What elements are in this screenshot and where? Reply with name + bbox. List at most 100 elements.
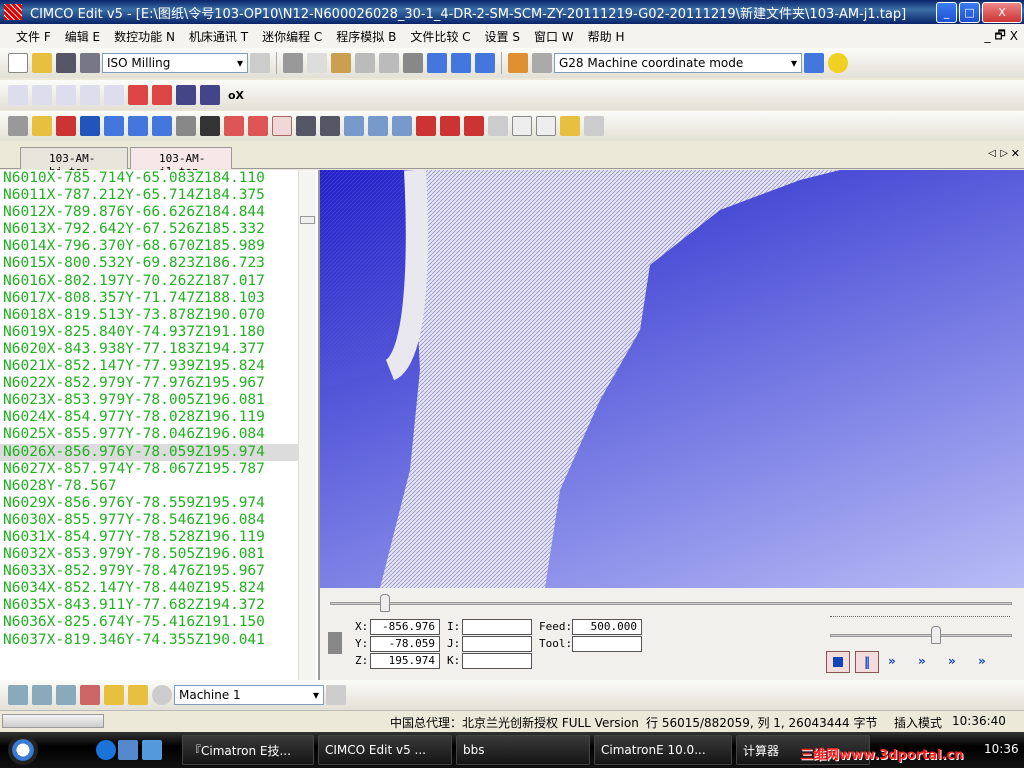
machine-properties-icon[interactable] — [326, 685, 346, 705]
copy-view-icon[interactable] — [512, 116, 532, 136]
send-file-icon[interactable] — [8, 685, 28, 705]
gear-icon[interactable] — [532, 53, 552, 73]
mdi-minimize-button[interactable]: _ — [984, 29, 990, 43]
code-line[interactable]: N6012X-789.876Y-66.626Z184.844 — [0, 204, 298, 221]
dnc-server-icon[interactable] — [128, 685, 148, 705]
open-backplot-icon[interactable] — [32, 116, 52, 136]
minimize-button[interactable]: _ — [936, 1, 957, 23]
renumber-icon[interactable] — [8, 85, 28, 105]
info-icon[interactable] — [152, 685, 172, 705]
quicklaunch-ie-icon[interactable] — [118, 740, 138, 760]
code-line[interactable]: N6028Y-78.567 — [0, 478, 298, 495]
properties-icon[interactable] — [250, 53, 270, 73]
save-all-icon[interactable] — [80, 53, 100, 73]
tab-close-icon[interactable]: ✕ — [1011, 147, 1020, 160]
code-line[interactable]: N6019X-825.840Y-74.937Z191.180 — [0, 324, 298, 341]
find-next-icon[interactable] — [451, 53, 471, 73]
menu-simulation[interactable]: 程序模拟 B — [336, 28, 396, 45]
remove-tool-icon[interactable] — [152, 85, 172, 105]
zoom-out-icon[interactable] — [128, 116, 148, 136]
task-bbs-folder[interactable]: bbs — [456, 735, 590, 765]
pen-icon[interactable] — [200, 116, 220, 136]
code-line[interactable]: N6023X-853.979Y-78.005Z196.081 — [0, 392, 298, 409]
editor-scrollbar[interactable] — [298, 170, 316, 680]
speed-slider-track[interactable] — [830, 634, 1012, 637]
lightbulb-icon[interactable] — [828, 53, 848, 73]
receive-file-icon[interactable] — [32, 685, 52, 705]
tab-103-am-bj[interactable]: 103-AM-bj.tap — [20, 147, 128, 178]
sort-numbers-icon[interactable] — [104, 85, 124, 105]
tool-icon[interactable] — [8, 116, 28, 136]
code-line[interactable]: N6037X-819.346Y-74.355Z190.041 — [0, 632, 298, 649]
save-icon[interactable] — [56, 53, 76, 73]
tab-next-icon[interactable]: ▷ — [1000, 148, 1008, 159]
backplot-settings-icon[interactable] — [56, 116, 76, 136]
menu-machine-comm[interactable]: 机床通讯 T — [189, 28, 248, 45]
code-line[interactable]: N6016X-802.197Y-70.262Z187.017 — [0, 273, 298, 290]
tool-holder-icon[interactable] — [320, 116, 340, 136]
zoom-in-icon[interactable] — [104, 116, 124, 136]
stop-button[interactable] — [826, 651, 850, 673]
step-forward-icon[interactable]: » — [888, 654, 896, 668]
current-code-line[interactable]: N6026X-856.976Y-78.059Z195.974 — [0, 443, 298, 461]
machine-settings-icon[interactable] — [508, 53, 528, 73]
line-icon[interactable] — [224, 116, 244, 136]
dnc-start-icon[interactable] — [56, 685, 76, 705]
code-line[interactable]: N6018X-819.513Y-73.878Z190.070 — [0, 307, 298, 324]
position-slider-thumb[interactable] — [379, 594, 390, 612]
code-line[interactable]: N6021X-852.147Y-77.939Z195.824 — [0, 358, 298, 375]
code-line[interactable]: N6014X-796.370Y-68.670Z185.989 — [0, 238, 298, 255]
menu-help[interactable]: 帮助 H — [588, 28, 625, 45]
undo-icon[interactable] — [355, 53, 375, 73]
code-line[interactable]: N6034X-852.147Y-78.440Z195.824 — [0, 580, 298, 597]
code-line[interactable]: N6032X-853.979Y-78.505Z196.081 — [0, 546, 298, 563]
dnc-stop-icon[interactable] — [80, 685, 100, 705]
options-icon[interactable] — [584, 116, 604, 136]
task-cimatron-forum[interactable]: 『Cimatron E技... — [182, 735, 314, 765]
mdi-restore-button[interactable]: 🗗 — [994, 26, 1005, 47]
task-cimco-edit[interactable]: CIMCO Edit v5 ... — [318, 735, 452, 765]
code-line[interactable]: N6011X-787.212Y-65.714Z184.375 — [0, 187, 298, 204]
view-top-icon[interactable] — [368, 116, 388, 136]
code-line[interactable]: N6015X-800.532Y-69.823Z186.723 — [0, 255, 298, 272]
nc-code-editor[interactable]: N6010X-785.714Y-65.083Z184.110 N6011X-787… — [0, 170, 320, 680]
maximize-button[interactable]: □ — [959, 1, 980, 23]
view-front-icon[interactable] — [392, 116, 412, 136]
scrollbar-thumb[interactable] — [300, 216, 315, 224]
zoom-window-icon[interactable] — [152, 116, 172, 136]
code-line[interactable]: N6022X-852.979Y-77.976Z195.967 — [0, 375, 298, 392]
mode-combo[interactable]: ISO Milling ▾ — [102, 53, 248, 73]
toolpath-style-icon[interactable] — [272, 116, 292, 136]
code-line[interactable]: N6020X-843.938Y-77.183Z194.377 — [0, 341, 298, 358]
new-file-icon[interactable] — [8, 53, 28, 73]
tab-103-am-j1[interactable]: 103-AM-j1.tap — [130, 147, 232, 178]
tab-prev-icon[interactable]: ◁ — [988, 148, 996, 159]
mdi-close-button[interactable]: X — [1010, 29, 1018, 43]
code-line[interactable]: N6010X-785.714Y-65.083Z184.110 — [0, 170, 298, 187]
backplot-viewport[interactable] — [320, 170, 1024, 588]
rotate-icon[interactable] — [464, 116, 484, 136]
paste-view-icon[interactable] — [536, 116, 556, 136]
view-iso-icon[interactable] — [344, 116, 364, 136]
remove-spaces-button[interactable]: oX — [228, 89, 244, 102]
run-to-z-icon[interactable]: » — [948, 654, 956, 668]
code-line[interactable]: N6029X-856.976Y-78.559Z195.974 — [0, 495, 298, 512]
insert-tool-icon[interactable] — [128, 85, 148, 105]
menu-file-compare[interactable]: 文件比较 C — [410, 28, 470, 45]
search-icon[interactable] — [804, 53, 824, 73]
machine-combo[interactable]: Machine 1 ▾ — [174, 685, 324, 705]
code-line[interactable]: N6030X-855.977Y-78.546Z196.084 — [0, 512, 298, 529]
solid-view-icon[interactable] — [80, 116, 100, 136]
pause-button[interactable]: ‖ — [855, 651, 879, 673]
nc-block-icon[interactable] — [56, 85, 76, 105]
quicklaunch-desktop-icon[interactable] — [142, 740, 162, 760]
cut-icon[interactable] — [283, 53, 303, 73]
code-line[interactable]: N6033X-852.979Y-78.476Z195.967 — [0, 563, 298, 580]
move-icon[interactable] — [440, 116, 460, 136]
run-to-tool-change-icon[interactable]: » — [978, 654, 986, 668]
start-button[interactable] — [8, 735, 38, 765]
coordinate-system-icon[interactable] — [416, 116, 436, 136]
move-down-icon[interactable] — [200, 85, 220, 105]
swap-axes-icon[interactable] — [80, 85, 100, 105]
print-icon[interactable] — [403, 53, 423, 73]
